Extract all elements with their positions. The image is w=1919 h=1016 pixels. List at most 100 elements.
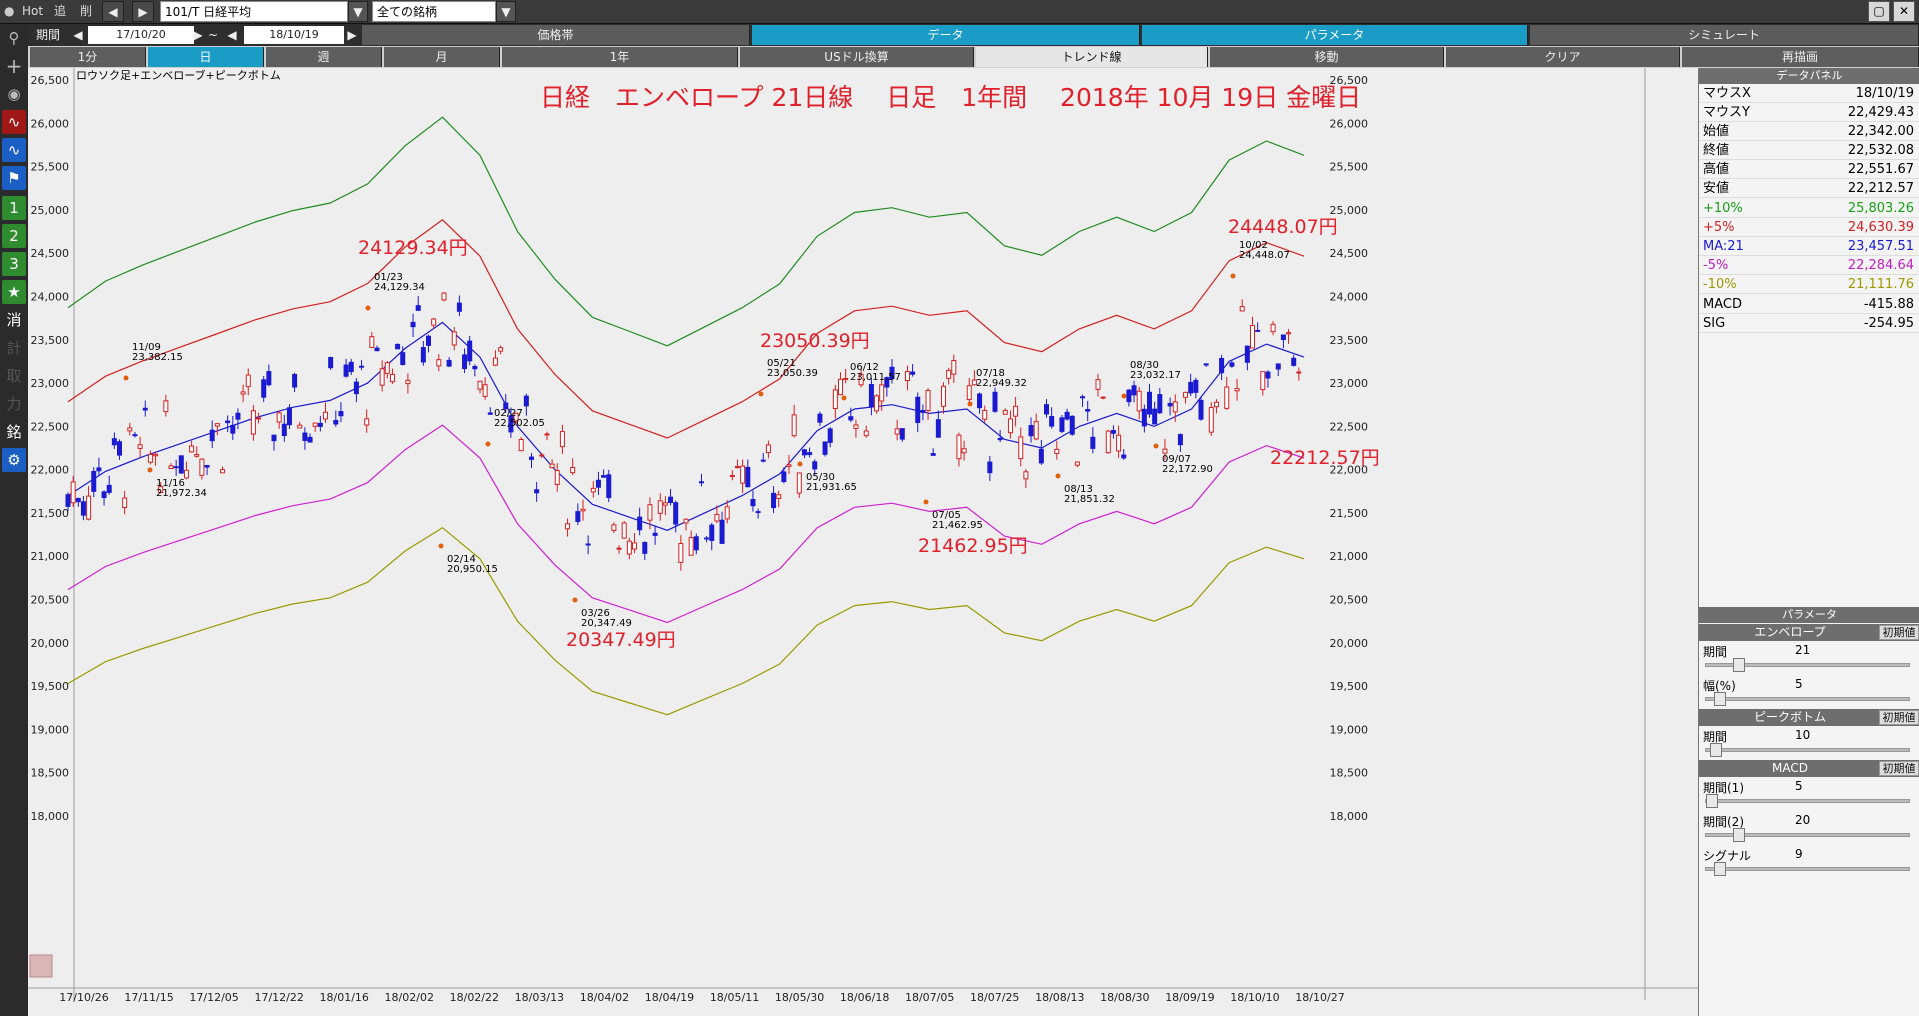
flag-icon[interactable]: ⚑ <box>2 166 26 190</box>
candle-body <box>791 414 797 437</box>
param-slider-track[interactable] <box>1705 828 1910 842</box>
mini-chart-icon[interactable] <box>29 954 53 978</box>
tsui-button[interactable]: 追 <box>54 0 66 23</box>
end-date-input[interactable]: 18/10/19 <box>244 26 344 44</box>
stock-button[interactable]: 銘 <box>2 420 26 444</box>
candle-body <box>626 540 632 555</box>
bulb-icon[interactable]: ● <box>4 0 16 23</box>
candle-body <box>1152 408 1158 425</box>
start-next-icon[interactable]: ▶ <box>190 24 206 46</box>
price-chart[interactable]: 26,500 26,000 25,500 25,000 24,500 24,000 23,5… <box>28 68 1698 1016</box>
restore-window-button[interactable]: ▢ <box>1868 1 1890 22</box>
candle-body <box>132 434 138 437</box>
chart-line-icon[interactable]: ∿ <box>2 110 26 134</box>
tf-month-button[interactable]: 月 <box>384 47 500 67</box>
close-window-button[interactable]: ✕ <box>1893 1 1915 22</box>
usd-convert-button[interactable]: USドル換算 <box>740 47 974 67</box>
clear-button[interactable]: クリア <box>1446 47 1680 67</box>
universe-select[interactable]: 全ての銘柄 <box>372 1 496 22</box>
symbol-input[interactable]: 101/T 日経平均 <box>160 1 348 22</box>
candle-body <box>781 471 787 483</box>
tab-price-zone[interactable]: 価格帯 <box>362 25 750 45</box>
param-slider-track[interactable] <box>1705 692 1910 706</box>
reset-defaults-button[interactable]: 初期値 <box>1879 710 1919 725</box>
candle-body <box>987 461 993 474</box>
param-slider-thumb[interactable] <box>1713 692 1726 706</box>
period-tilde: ~ <box>207 28 219 42</box>
chart-area[interactable]: 26,500 26,000 25,500 25,000 24,500 24,000 23,5… <box>28 68 1698 1016</box>
param-value-input[interactable]: 9 <box>1795 847 1803 861</box>
candle-body <box>1213 401 1219 408</box>
erase-button[interactable]: 消 <box>2 308 26 332</box>
candle-body <box>1023 471 1029 480</box>
candle-body <box>735 466 740 469</box>
indicator-icon[interactable]: ∿ <box>2 138 26 162</box>
settings-gear-icon[interactable]: ⚙ <box>2 448 26 472</box>
param-value-input[interactable]: 5 <box>1795 677 1803 691</box>
param-slider-thumb[interactable] <box>1706 794 1718 808</box>
move-button[interactable]: 移動 <box>1210 47 1444 67</box>
start-date-input[interactable]: 17/10/20 <box>88 26 194 44</box>
peak-value: 20,347.49 <box>581 618 632 629</box>
param-value-input[interactable]: 20 <box>1795 813 1810 827</box>
range-1y-button[interactable]: 1年 <box>502 47 738 67</box>
trendline-button[interactable]: トレンド線 <box>976 47 1208 67</box>
tf-week-button[interactable]: 週 <box>266 47 382 67</box>
param-slider-thumb[interactable] <box>1713 862 1726 876</box>
candle-body <box>111 438 117 446</box>
param-slider-track[interactable] <box>1705 862 1910 876</box>
param-slider-thumb[interactable] <box>1732 658 1745 672</box>
candle-body <box>292 373 298 388</box>
hot-button[interactable]: Hot <box>22 0 43 23</box>
start-prev-icon[interactable]: ◀ <box>70 24 86 46</box>
reset-defaults-button[interactable]: 初期値 <box>1879 625 1919 640</box>
candle-body <box>879 384 885 402</box>
reset-defaults-button[interactable]: 初期値 <box>1879 761 1919 776</box>
candle-body <box>178 455 184 474</box>
end-next-icon[interactable]: ▶ <box>344 24 360 46</box>
tf-1min-button[interactable]: 1分 <box>30 47 146 67</box>
x-tick-label: 18/07/05 <box>905 991 954 1004</box>
crosshair-icon[interactable]: + <box>2 54 26 78</box>
tab-simulate[interactable]: シミュレート <box>1530 25 1919 45</box>
data-row-value: 21,111.76 <box>1847 277 1914 292</box>
candle-body <box>662 502 668 506</box>
universe-dropdown-icon[interactable]: ▼ <box>496 1 516 22</box>
redraw-button[interactable]: 再描画 <box>1682 47 1919 67</box>
param-value-input[interactable]: 21 <box>1795 643 1810 657</box>
tf-day-button[interactable]: 日 <box>148 47 264 67</box>
camera-icon[interactable]: ◉ <box>2 82 26 106</box>
end-prev-icon[interactable]: ◀ <box>224 24 240 46</box>
x-tick-label: 17/12/22 <box>254 991 303 1004</box>
prev-symbol-button[interactable]: ◀ <box>102 1 124 22</box>
param-slider-track[interactable] <box>1705 743 1910 757</box>
preset-3-button[interactable]: 3 <box>2 252 26 276</box>
data-row: 高値 22,551.67 <box>1699 160 1919 179</box>
symbol-dropdown-icon[interactable]: ▼ <box>348 1 368 22</box>
favorite-star-icon[interactable]: ★ <box>2 280 26 304</box>
sakujo-button[interactable]: 削 <box>80 0 92 23</box>
tab-parameters[interactable]: パラメータ <box>1142 25 1528 45</box>
param-section-header: MACD 初期値 <box>1699 760 1919 777</box>
calc-button[interactable]: 計 <box>2 336 26 360</box>
preset-2-button[interactable]: 2 <box>2 224 26 248</box>
candle-body <box>492 357 498 366</box>
preset-1-button[interactable]: 1 <box>2 196 26 220</box>
candle-body <box>127 427 133 432</box>
candle-body <box>163 400 169 413</box>
param-slider-track[interactable] <box>1705 658 1910 672</box>
param-value-input[interactable]: 10 <box>1795 728 1810 742</box>
next-symbol-button[interactable]: ▶ <box>132 1 154 22</box>
param-slider-thumb[interactable] <box>1709 743 1722 757</box>
power-button[interactable]: 力 <box>2 392 26 416</box>
candle-body <box>384 362 390 374</box>
param-value-input[interactable]: 5 <box>1795 779 1803 793</box>
candle-body <box>1126 389 1132 403</box>
param-slider-thumb[interactable] <box>1732 828 1745 842</box>
tab-data[interactable]: データ <box>752 25 1140 45</box>
search-icon[interactable]: ⚲ <box>2 26 26 50</box>
trade-button[interactable]: 取 <box>2 364 26 388</box>
candle-body <box>420 347 426 363</box>
candle-body <box>86 495 92 520</box>
param-slider-track[interactable] <box>1705 794 1910 808</box>
